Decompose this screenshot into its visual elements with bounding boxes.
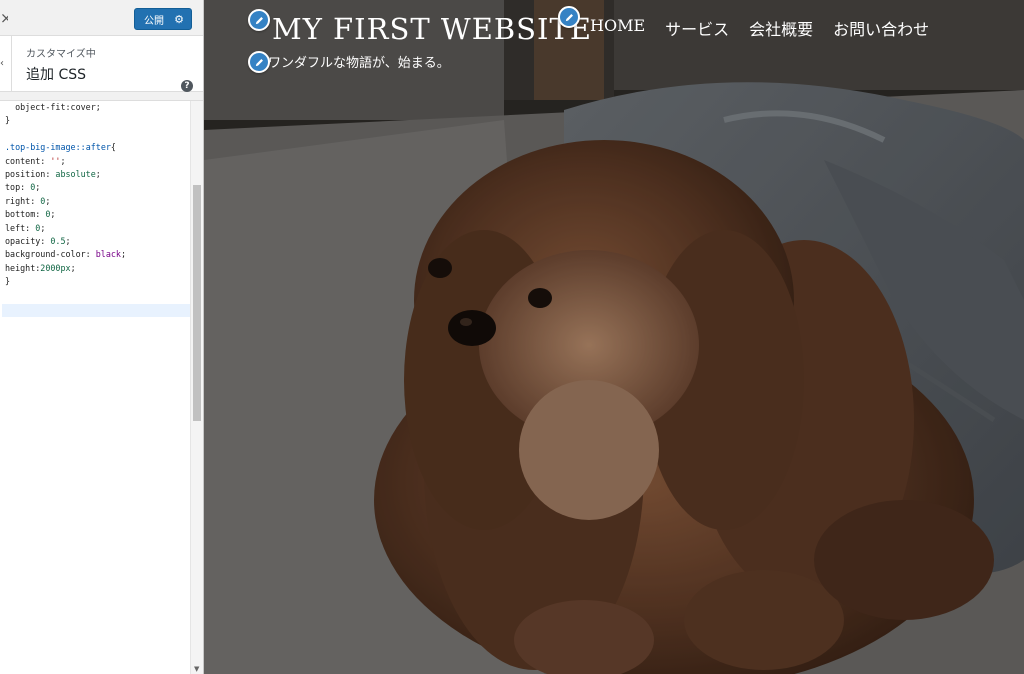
code-line[interactable]: bottom: 0; [5,208,190,221]
code-token: height: [5,262,41,273]
nav-item-home[interactable]: HOME [590,16,645,40]
code-line[interactable]: opacity: 0.5; [5,235,190,248]
active-line-highlight [2,304,190,317]
gear-icon[interactable]: ⚙ [174,13,184,26]
code-token: ; [50,209,56,220]
scroll-thumb[interactable] [193,185,201,421]
code-token: absolute [55,168,96,179]
customizer-header: × 公開 ⚙ [0,0,203,36]
code-token: right: [5,195,41,206]
hero-dog-image [204,0,1024,674]
site-title[interactable]: MY FIRST WEBSITE [272,12,592,46]
code-line[interactable]: right: 0; [5,195,190,208]
code-line[interactable]: } [5,275,190,288]
breadcrumb: カスタマイズ中 [26,49,96,60]
site-tagline: ワンダフルな物語が、始まる。 [268,56,450,71]
scroll-down-icon[interactable]: ▼ [194,665,199,673]
code-token: ; [35,182,41,193]
site-preview: MY FIRST WEBSITE ワンダフルな物語が、始まる。 HOME サービ… [204,0,1024,674]
code-token: after [85,142,111,153]
code-token: 0.5 [50,235,66,246]
code-token: } [5,115,11,126]
edit-tagline-pencil-icon[interactable] [248,51,270,73]
code-token: background-color: [5,249,96,260]
edit-title-pencil-icon[interactable] [248,9,270,31]
code-token: ; [45,195,51,206]
code-line[interactable] [5,128,190,141]
code-token: black [95,249,121,260]
code-token: ; [120,249,127,260]
code-line[interactable]: } [5,114,190,127]
back-icon[interactable]: ‹ [0,36,12,92]
code-token: { [110,142,116,153]
code-line[interactable]: .top-big-image::after{ [5,141,190,154]
code-line[interactable]: left: 0; [5,222,190,235]
primary-nav: HOME サービス 会社概要 お問い合わせ [590,16,929,40]
code-token: ; [70,262,76,273]
code-line[interactable]: object-fit:cover; [5,101,190,114]
section-title: 追加 CSS [26,67,86,83]
code-token: '' [50,155,61,166]
publish-label: 公開 [144,15,164,27]
code-token: ; [40,222,46,233]
code-token: 2000px [40,262,71,273]
code-token: content: [5,155,51,166]
publish-button[interactable]: 公開 ⚙ [134,8,192,30]
code-lines[interactable]: object-fit:cover;} .top-big-image::after{… [0,101,190,288]
code-token: ; [65,235,71,246]
close-icon[interactable]: × [0,8,8,28]
code-token: top: [5,182,31,193]
editor-scrollbar[interactable]: ▼ [190,101,203,674]
nav-item-company[interactable]: 会社概要 [749,16,813,40]
code-token: ; [60,155,66,166]
code-token: } [5,276,11,287]
code-line[interactable]: content: ''; [5,155,190,168]
code-line[interactable]: position: absolute; [5,168,190,181]
help-icon[interactable]: ? [181,80,193,92]
code-token: opacity: [5,235,51,246]
code-line[interactable]: background-color: black; [5,248,190,261]
code-token: object-fit:cover; [5,102,101,112]
nav-item-service[interactable]: サービス [665,16,729,40]
code-token: left: [5,222,36,233]
code-token: ; [95,168,101,179]
customizer-sidebar: × 公開 ⚙ ‹ カスタマイズ中 追加 CSS ? object-fit:cov… [0,0,204,674]
code-line[interactable]: top: 0; [5,181,190,194]
nav-item-contact[interactable]: お問い合わせ [833,16,929,40]
edit-menu-pencil-icon[interactable] [558,6,580,28]
css-code-editor[interactable]: object-fit:cover;} .top-big-image::after{… [0,100,203,674]
code-token: position: [5,168,56,179]
code-token: bottom: [5,209,46,220]
code-token: .top-big-image:: [5,142,86,153]
section-header: ‹ カスタマイズ中 追加 CSS ? [0,36,203,92]
code-line[interactable]: height:2000px; [5,262,190,275]
